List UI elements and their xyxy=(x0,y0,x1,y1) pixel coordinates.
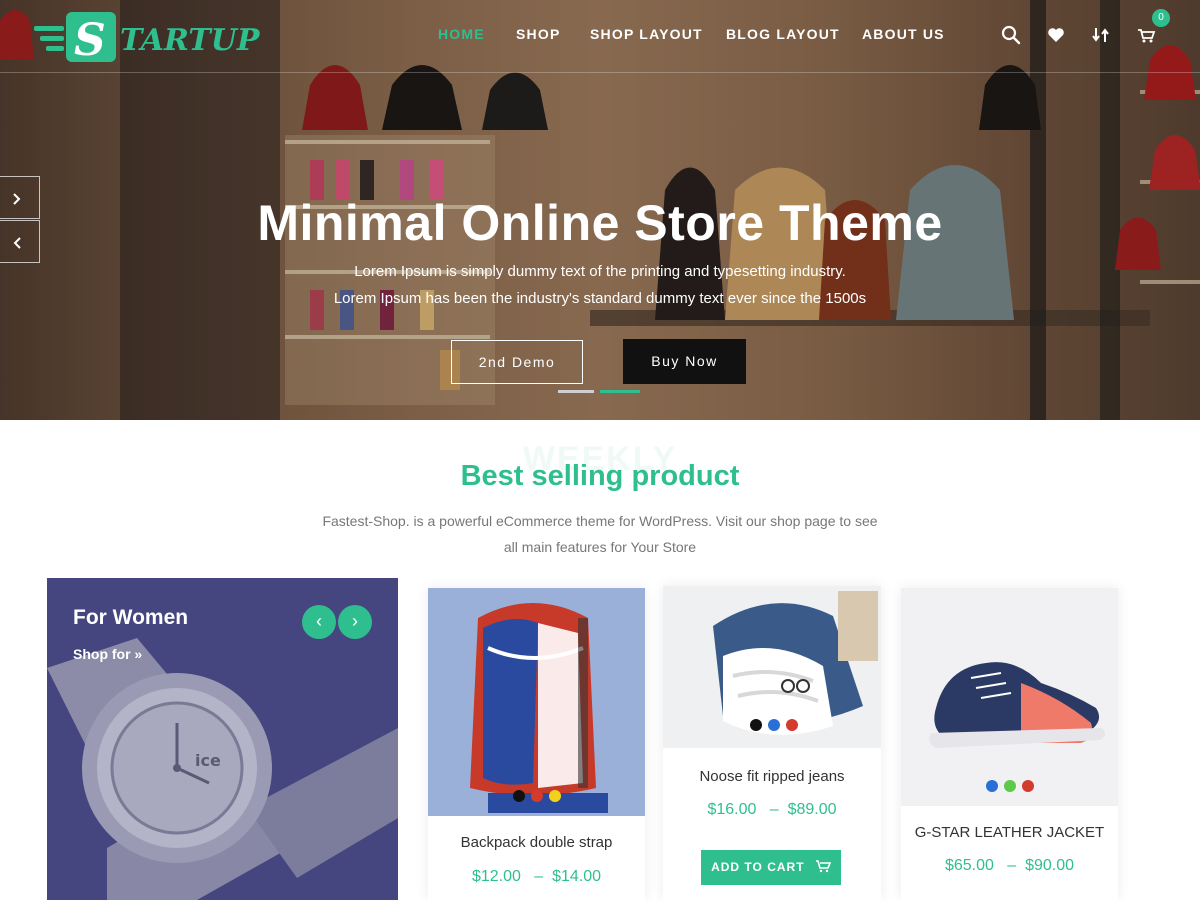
nav-shop[interactable]: SHOP xyxy=(516,26,560,42)
svg-text:ice: ice xyxy=(195,751,221,770)
nav-home[interactable]: HOME xyxy=(438,26,485,42)
product-card-backpack[interactable]: Backpack double strap $12.00 – $14.00 xyxy=(428,588,645,900)
nav-about-us[interactable]: ABOUT US xyxy=(862,26,945,42)
buy-now-button[interactable]: Buy Now xyxy=(623,339,746,384)
price-separator: – xyxy=(769,801,779,818)
hero-title: Minimal Online Store Theme xyxy=(257,195,943,251)
backpack-image xyxy=(428,588,645,816)
hero-subtitle-line-2: Lorem Ipsum has been the industry's stan… xyxy=(333,290,867,307)
color-swatch-black[interactable] xyxy=(750,719,762,731)
compare-icon[interactable] xyxy=(1090,24,1112,46)
cart-icon xyxy=(815,860,832,873)
price-separator: – xyxy=(534,868,544,885)
slider-dot-2[interactable] xyxy=(600,390,640,393)
promo-title: For Women xyxy=(73,606,189,629)
price-max: $90.00 xyxy=(1025,857,1074,874)
product-name[interactable]: Backpack double strap xyxy=(428,834,645,851)
product-price: $12.00 – $14.00 xyxy=(428,868,645,886)
price-min: $16.00 xyxy=(707,801,757,818)
second-demo-button[interactable]: 2nd Demo xyxy=(451,340,583,384)
heart-icon[interactable] xyxy=(1045,24,1067,46)
price-max: $14.00 xyxy=(552,868,601,885)
color-swatch-black[interactable] xyxy=(513,790,525,802)
price-separator: – xyxy=(1007,857,1017,874)
color-swatch-yellow[interactable] xyxy=(549,790,561,802)
slider-dot-1[interactable] xyxy=(558,390,594,393)
product-card-jacket[interactable]: G-STAR LEATHER JACKET $65.00 – $90.00 xyxy=(901,588,1118,900)
product-price: $16.00 – $89.00 xyxy=(663,801,881,819)
promo-shop-link[interactable]: Shop for » xyxy=(73,646,142,662)
hero-slider: S TARTUP HOME SHOP SHOP LAYOUT BLOG LAYO… xyxy=(0,0,1200,420)
promo-banner[interactable]: ice For Women Shop for » ‹ › xyxy=(47,578,398,900)
cart-icon[interactable] xyxy=(1135,24,1157,46)
color-swatch-blue[interactable] xyxy=(768,719,780,731)
nav-blog-layout[interactable]: BLOG LAYOUT xyxy=(726,26,840,42)
color-swatch-green[interactable] xyxy=(1004,780,1016,792)
section-description-line-1: Fastest-Shop. is a powerful eCommerce th… xyxy=(322,513,878,529)
promo-prev-button[interactable]: ‹ xyxy=(302,605,336,639)
product-name[interactable]: G-STAR LEATHER JACKET xyxy=(901,824,1118,841)
chevron-right-icon: › xyxy=(352,611,358,631)
add-to-cart-label: ADD TO CART xyxy=(711,860,805,874)
cart-count-badge: 0 xyxy=(1152,9,1170,27)
product-price: $65.00 – $90.00 xyxy=(901,857,1118,875)
hero-subtitle-line-1: Lorem Ipsum is simply dummy text of the … xyxy=(354,263,846,280)
add-to-cart-button[interactable]: ADD TO CART xyxy=(701,850,841,885)
promo-next-button[interactable]: › xyxy=(338,605,372,639)
nav-shop-layout[interactable]: SHOP LAYOUT xyxy=(590,26,703,42)
price-min: $12.00 xyxy=(471,868,521,885)
product-card-jeans[interactable]: Noose fit ripped jeans $16.00 – $89.00 A… xyxy=(663,586,881,900)
price-min: $65.00 xyxy=(944,857,994,874)
chevron-left-icon: ‹ xyxy=(316,611,322,631)
sneaker-image xyxy=(901,588,1118,806)
color-swatch-red[interactable] xyxy=(786,719,798,731)
search-icon[interactable] xyxy=(1000,24,1022,46)
product-name[interactable]: Noose fit ripped jeans xyxy=(663,768,881,785)
header-divider xyxy=(0,72,1200,73)
color-swatch-blue[interactable] xyxy=(986,780,998,792)
section-title: Best selling product xyxy=(460,460,740,492)
color-swatch-red[interactable] xyxy=(531,790,543,802)
section-description-line-2: all main features for Your Store xyxy=(503,539,697,555)
price-max: $89.00 xyxy=(787,801,837,818)
color-swatch-red[interactable] xyxy=(1022,780,1034,792)
